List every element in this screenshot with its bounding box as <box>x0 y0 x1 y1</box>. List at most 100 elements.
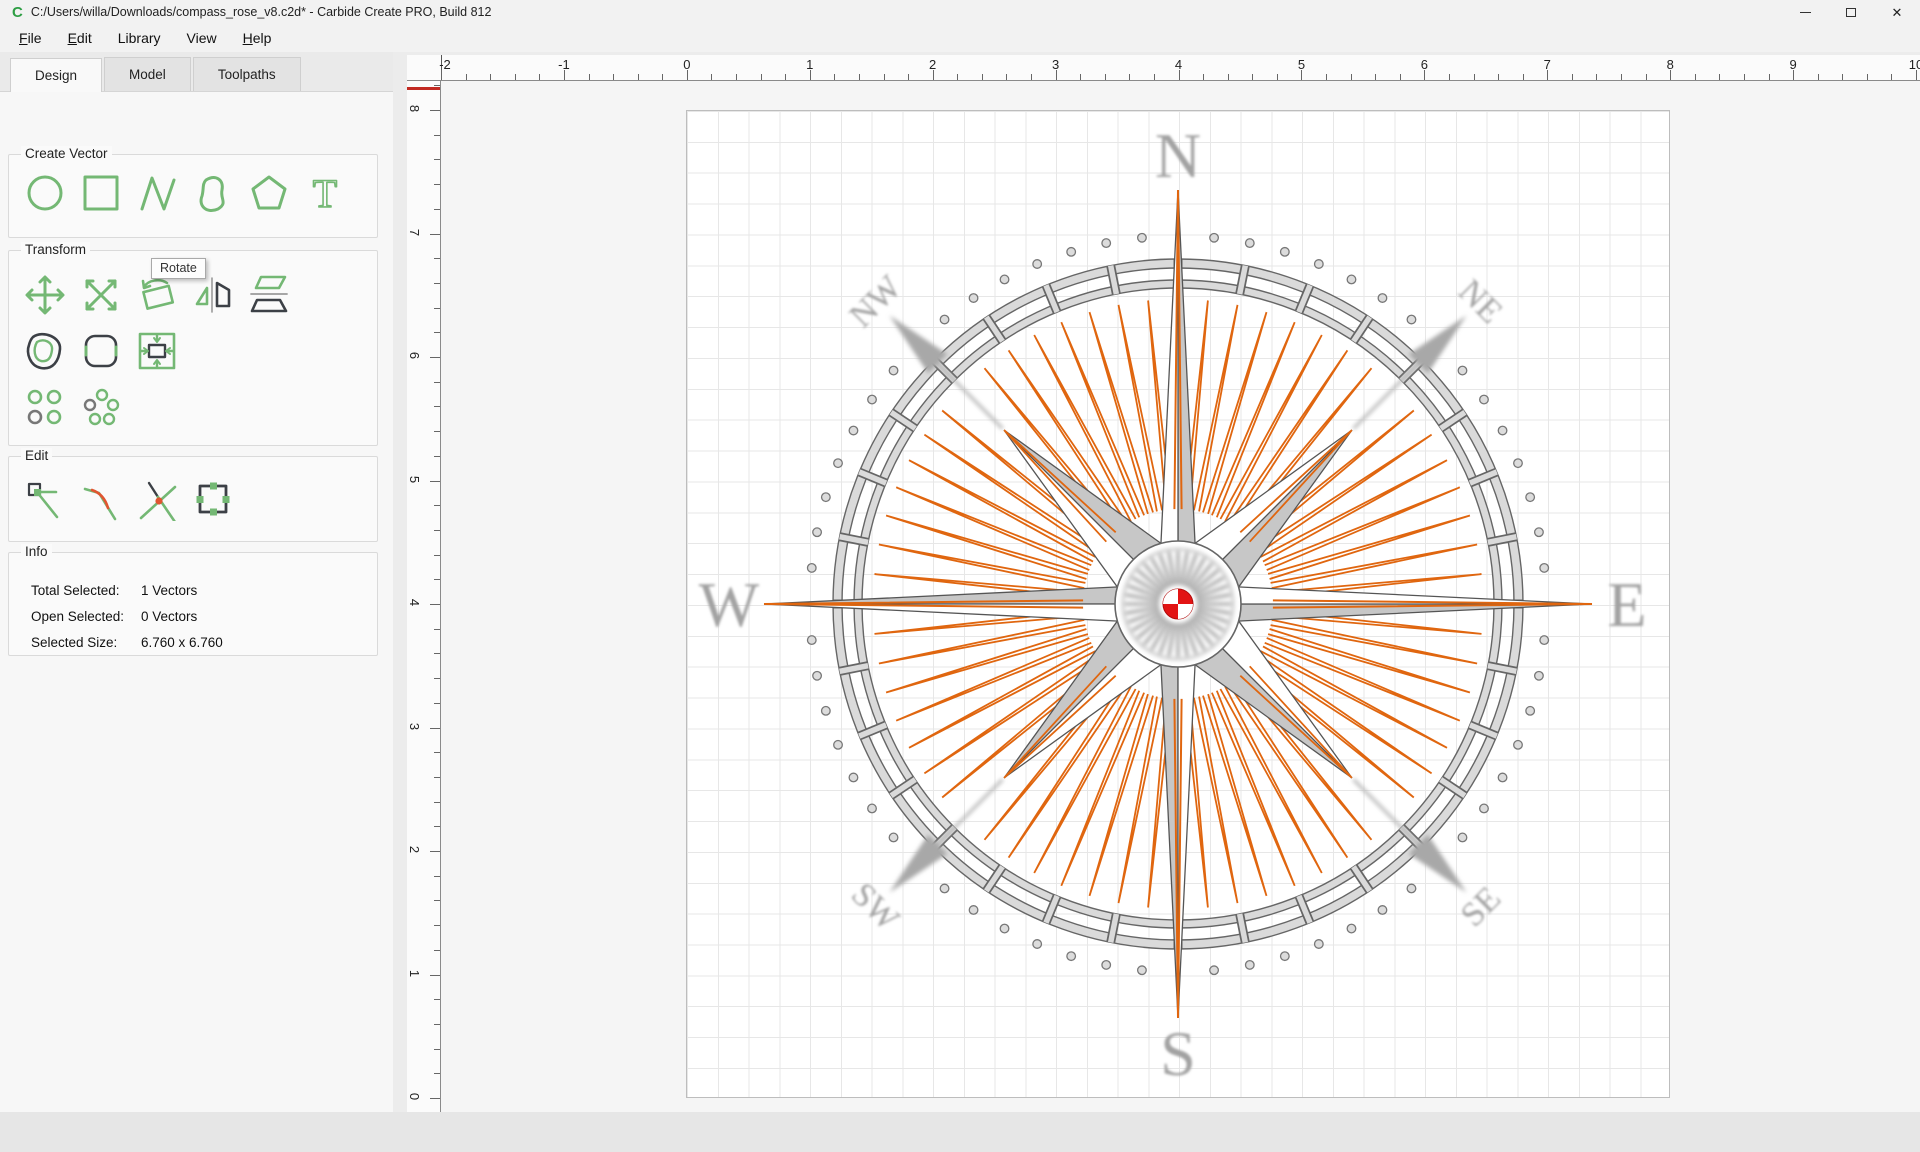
cardinal-letter: S <box>1160 1018 1196 1089</box>
ruler-tick <box>434 283 440 284</box>
info-value: 6.760 x 6.760 <box>141 635 223 650</box>
ruler-tick <box>430 604 440 605</box>
ruler-tick <box>539 74 540 80</box>
ruler-tick <box>434 777 440 778</box>
info-value: 0 Vectors <box>141 609 197 624</box>
ruler-left-label: 2 <box>407 846 422 853</box>
degree-dot <box>813 528 822 537</box>
tool-rectangle-icon[interactable] <box>79 171 123 215</box>
status-strip <box>0 1112 1920 1152</box>
ruler-left-label: 7 <box>407 228 422 235</box>
info-label: Open Selected: <box>31 609 141 624</box>
info-group: Info Total Selected:1 VectorsOpen Select… <box>8 552 378 656</box>
degree-dot <box>969 294 978 303</box>
menu-library[interactable]: Library <box>105 27 174 49</box>
degree-dot <box>1000 924 1009 933</box>
ruler-tick <box>1793 70 1794 80</box>
canvas-viewport[interactable]: NESWNESESWNW <box>441 81 1920 1112</box>
degree-dot <box>940 884 949 893</box>
tool-curve-icon[interactable] <box>191 171 235 215</box>
ruler-tick <box>1572 74 1573 80</box>
ruler-tick <box>430 975 440 976</box>
degree-dot <box>834 741 843 750</box>
tool-polygon-icon[interactable] <box>247 171 291 215</box>
tab-design[interactable]: Design <box>10 58 102 92</box>
ruler-tick <box>1523 74 1524 80</box>
ruler-tick <box>1105 74 1106 80</box>
ruler-tick <box>434 802 440 803</box>
tool-round-corners-icon[interactable] <box>79 329 123 373</box>
ruler-tick <box>434 999 440 1000</box>
degree-dot <box>807 636 816 645</box>
tool-text-icon[interactable]: T <box>303 171 347 215</box>
tool-fillet-icon[interactable] <box>79 477 123 521</box>
ruler-tick <box>434 1073 440 1074</box>
menu-file[interactable]: File <box>6 27 55 49</box>
tool-resize-icon[interactable] <box>135 329 179 373</box>
minimize-button[interactable] <box>1782 0 1828 24</box>
menu-view[interactable]: View <box>174 27 230 49</box>
tool-circular-array-icon[interactable] <box>79 385 123 429</box>
tool-node-edit-icon[interactable] <box>23 477 67 521</box>
tool-polyline-icon[interactable] <box>135 171 179 215</box>
degree-dot <box>1514 741 1523 750</box>
degree-dot <box>1407 315 1416 324</box>
menu-edit[interactable]: Edit <box>55 27 105 49</box>
info-value: 1 Vectors <box>141 583 197 598</box>
close-button[interactable]: ✕ <box>1874 0 1920 24</box>
tool-boolean-icon[interactable] <box>191 477 235 521</box>
tab-bar: DesignModelToolpaths <box>0 52 393 92</box>
menu-help[interactable]: Help <box>230 27 285 49</box>
tab-toolpaths[interactable]: Toolpaths <box>193 57 301 91</box>
edit-title: Edit <box>21 448 52 463</box>
degree-dot <box>1033 940 1042 949</box>
ruler-tick <box>613 74 614 80</box>
ruler-top-label: 10 <box>1909 57 1920 72</box>
ruler-tick <box>430 1098 440 1099</box>
ruler-left-label: 6 <box>407 352 422 359</box>
ruler-left-label: 4 <box>407 599 422 606</box>
ruler-tick <box>908 74 909 80</box>
tool-scale-icon[interactable] <box>79 273 123 317</box>
degree-dot <box>1281 952 1290 961</box>
tool-grid-array-icon[interactable] <box>23 385 67 429</box>
ruler-tick <box>466 74 467 80</box>
sidebar-panel: DesignModelToolpaths Create Vector T Tra… <box>0 52 393 1112</box>
ruler-tick <box>1375 74 1376 80</box>
degree-dot <box>889 833 898 842</box>
degree-dot <box>849 426 858 435</box>
ruler-tick <box>1670 70 1671 80</box>
ruler-tick <box>859 74 860 80</box>
maximize-button[interactable] <box>1828 0 1874 24</box>
ruler-tick <box>711 74 712 80</box>
cardinal-letter: W <box>699 569 760 640</box>
tab-model[interactable]: Model <box>104 57 191 91</box>
ruler-tick <box>589 74 590 80</box>
ruler-tick <box>785 74 786 80</box>
degree-dot <box>1535 528 1544 537</box>
ruler-tick <box>434 555 440 556</box>
ruler-tick <box>1277 74 1278 80</box>
tool-flip-vertical-icon[interactable] <box>247 273 291 317</box>
ruler-tick <box>1400 74 1401 80</box>
ruler-tick <box>1646 74 1647 80</box>
info-title: Info <box>21 544 52 559</box>
ruler-tick <box>1154 74 1155 80</box>
tool-move-icon[interactable] <box>23 273 67 317</box>
ruler-left-label: 8 <box>407 105 422 112</box>
tool-rotate-icon[interactable] <box>135 273 179 317</box>
create-vector-group: Create Vector T <box>8 154 378 238</box>
ruler-tick <box>434 950 440 951</box>
degree-dot <box>868 804 877 813</box>
tool-trim-icon[interactable] <box>135 477 179 521</box>
ruler-tick <box>1326 74 1327 80</box>
maximize-icon <box>1846 8 1856 17</box>
ruler-tick <box>434 1024 440 1025</box>
ruler-tick <box>434 530 440 531</box>
app-window: C C:/Users/willa/Downloads/compass_rose_… <box>0 0 1920 1152</box>
tool-mirror-icon[interactable] <box>191 273 235 317</box>
tool-circle-icon[interactable] <box>23 171 67 215</box>
ruler-tick <box>662 74 663 80</box>
degree-dot <box>1498 426 1507 435</box>
tool-offset-icon[interactable] <box>23 329 67 373</box>
